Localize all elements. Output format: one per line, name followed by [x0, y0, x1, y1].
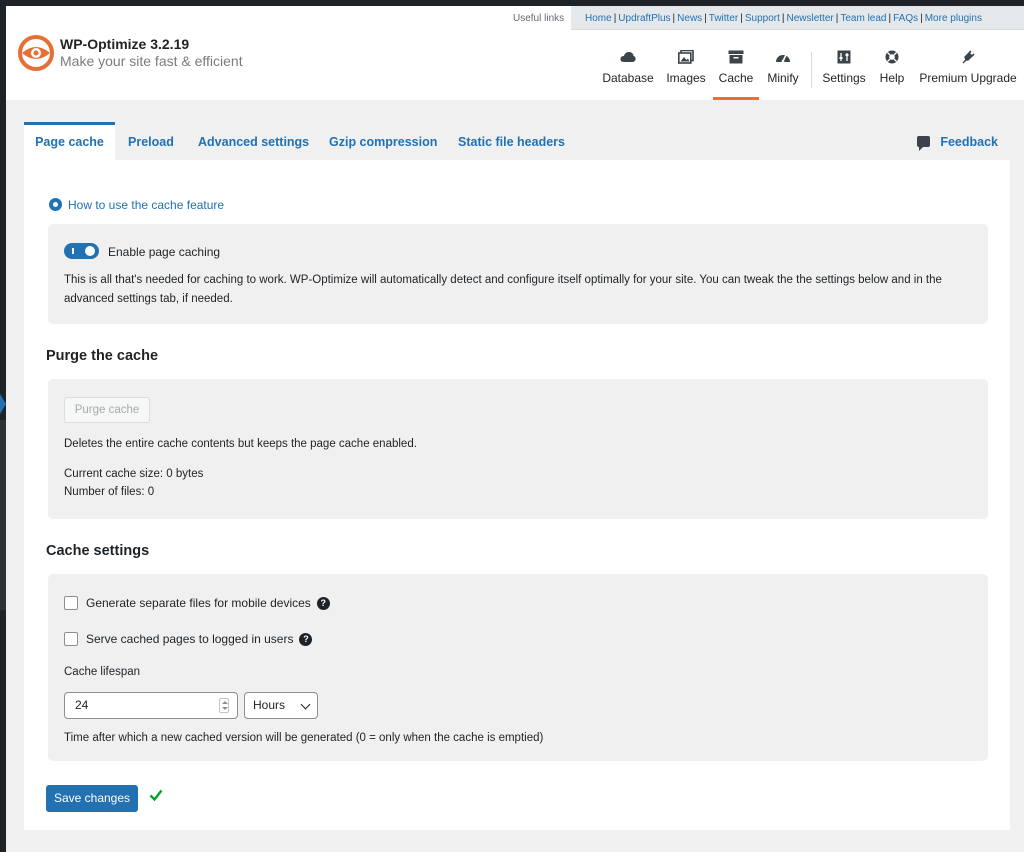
nav-cache-label: Cache: [718, 71, 754, 85]
wp-optimize-logo-icon: [18, 35, 54, 71]
enable-caching-section: Enable page caching This is all that's n…: [48, 224, 988, 324]
enable-caching-toggle[interactable]: [64, 243, 99, 259]
tab-gzip-compression[interactable]: Gzip compression: [329, 122, 437, 160]
nav-settings-label: Settings: [822, 71, 866, 85]
chevron-down-icon: [300, 699, 311, 710]
useful-links-label-box: Useful links: [501, 6, 573, 30]
cache-tabs: Page cache Preload Advanced settings Gzi…: [24, 122, 1010, 160]
nav-database-label: Database: [602, 71, 654, 85]
images-icon: [678, 50, 694, 64]
cache-panel: Page cache Preload Advanced settings Gzi…: [24, 122, 1010, 830]
purge-heading: Purge the cache: [46, 348, 159, 364]
logged-in-label: Serve cached pages to logged in users: [86, 632, 294, 646]
checkmark-icon: [149, 789, 163, 802]
mobile-files-checkbox[interactable]: [64, 596, 78, 610]
plugin-page: Useful links Home | UpdraftPlus | News | Twitt…: [6, 6, 1024, 852]
nav-images[interactable]: Images: [665, 46, 707, 100]
mobile-files-label: Generate separate files for mobile devic…: [86, 596, 311, 610]
link-twitter[interactable]: Twitter: [709, 13, 738, 24]
nav-premium-upgrade[interactable]: Premium Upgrade: [917, 46, 1019, 100]
help-icon[interactable]: ?: [299, 633, 313, 646]
logged-in-option: Serve cached pages to logged in users?: [64, 632, 313, 646]
nav-images-label: Images: [666, 71, 706, 85]
plugin-subtitle: Make your site fast & efficient: [60, 53, 243, 69]
archive-icon: [728, 50, 744, 64]
howto-link[interactable]: How to use the cache feature: [49, 198, 224, 212]
nav-premium-upgrade-label: Premium Upgrade: [919, 71, 1017, 85]
link-more-plugins[interactable]: More plugins: [925, 13, 982, 24]
link-newsletter[interactable]: Newsletter: [786, 13, 833, 24]
mobile-files-option: Generate separate files for mobile devic…: [64, 596, 330, 610]
plugin-header: Useful links Home | UpdraftPlus | News | Twitt…: [6, 6, 1024, 100]
purge-cache-button[interactable]: Purge cache: [64, 397, 150, 423]
feedback-icon: [917, 136, 931, 151]
cloud-icon: [620, 52, 636, 62]
enable-caching-label: Enable page caching: [108, 245, 221, 259]
cache-lifespan-help: Time after which a new cached version wi…: [64, 732, 544, 744]
howto-link-label: How to use the cache feature: [68, 198, 225, 212]
tab-preload[interactable]: Preload: [128, 122, 174, 160]
feedback-label: Feedback: [940, 135, 998, 149]
nav-divider: [811, 52, 812, 88]
link-team-lead[interactable]: Team lead: [840, 13, 886, 24]
spinner-icon[interactable]: [219, 698, 229, 713]
link-updraftplus[interactable]: UpdraftPlus: [618, 13, 670, 24]
useful-links: Home | UpdraftPlus | News | Twitter | Support | Ne…: [585, 13, 982, 24]
lifebuoy-icon: [49, 198, 62, 211]
nav-settings[interactable]: Settings: [819, 46, 869, 100]
purge-section: Purge cache Deletes the entire cache con…: [48, 379, 988, 519]
cache-lifespan-input[interactable]: 24: [64, 692, 238, 719]
cache-settings-heading: Cache settings: [46, 543, 150, 559]
tab-static-file-headers[interactable]: Static file headers: [458, 122, 565, 160]
nav-help[interactable]: Help: [876, 46, 908, 100]
link-home[interactable]: Home: [585, 13, 612, 24]
purge-description: Deletes the entire cache contents but ke…: [64, 438, 417, 450]
lifebuoy-icon: [885, 50, 899, 64]
useful-links-label: Useful links: [513, 13, 565, 24]
dashboard-icon: [776, 54, 790, 63]
save-changes-button[interactable]: Save changes: [46, 785, 138, 812]
logged-in-checkbox[interactable]: [64, 632, 78, 646]
useful-links-bar: Home | UpdraftPlus | News | Twitter | Support | Ne…: [571, 6, 1024, 30]
cache-lifespan-value: 24: [75, 698, 89, 712]
nav-help-label: Help: [879, 71, 905, 85]
link-news[interactable]: News: [677, 13, 702, 24]
nav-minify-label: Minify: [767, 71, 799, 85]
cache-settings-section: Generate separate files for mobile devic…: [48, 574, 988, 761]
cache-size: Current cache size: 0 bytes: [64, 468, 204, 480]
link-faqs[interactable]: FAQs: [893, 13, 918, 24]
feedback-link[interactable]: Feedback: [917, 122, 998, 160]
cache-lifespan-unit: Hours: [253, 698, 286, 712]
plug-icon: [962, 50, 975, 64]
tab-page-cache[interactable]: Page cache: [24, 122, 115, 160]
enable-caching-description: This is all that's needed for caching to…: [64, 274, 942, 305]
file-count: Number of files: 0: [64, 486, 155, 498]
plugin-title: WP-Optimize 3.2.19: [60, 36, 190, 52]
nav-database[interactable]: Database: [602, 46, 654, 100]
tab-advanced-settings[interactable]: Advanced settings: [198, 122, 309, 160]
help-icon[interactable]: ?: [316, 597, 330, 610]
settings-icon: [837, 50, 851, 64]
cache-lifespan-unit-select[interactable]: Hours: [244, 692, 318, 719]
nav-cache[interactable]: Cache: [713, 46, 759, 100]
cache-lifespan-label: Cache lifespan: [64, 666, 141, 678]
nav-minify[interactable]: Minify: [763, 46, 803, 100]
link-support[interactable]: Support: [745, 13, 780, 24]
